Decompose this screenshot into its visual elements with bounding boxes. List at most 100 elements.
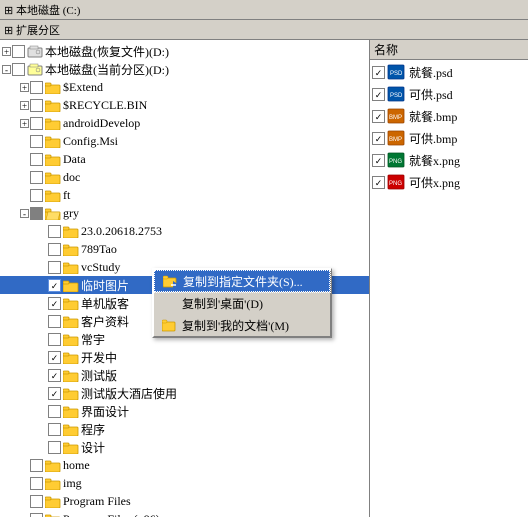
- checkbox[interactable]: [30, 117, 43, 130]
- svg-text:PNG: PNG: [389, 181, 402, 187]
- checkbox-checked[interactable]: ✓: [372, 110, 385, 123]
- drive-icon: [27, 44, 43, 58]
- tree-item[interactable]: + androidDevelop: [0, 114, 369, 132]
- right-panel-item[interactable]: ✓ PSD 可供.psd: [372, 84, 526, 104]
- tree-item[interactable]: Program Files: [0, 492, 369, 510]
- svg-text:PNG: PNG: [389, 159, 402, 165]
- right-panel-item[interactable]: ✓ BMP 就餐.bmp: [372, 106, 526, 126]
- right-panel-header-label: 名称: [374, 41, 398, 58]
- checkbox[interactable]: [48, 405, 61, 418]
- tree-item-label: 本地磁盘(恢复文件)(D:): [45, 43, 169, 60]
- expander-icon[interactable]: +: [20, 101, 29, 110]
- folder-icon: [45, 477, 61, 490]
- tree-item-label: vcStudy: [81, 260, 120, 275]
- checkbox-checked[interactable]: ✓: [48, 369, 61, 382]
- drive-active-icon: [27, 62, 43, 76]
- tree-item[interactable]: ✓ 测试版大酒店使用: [0, 384, 369, 402]
- folder-icon: [63, 225, 79, 238]
- checkbox-checked[interactable]: ✓: [48, 279, 61, 292]
- checkbox[interactable]: [30, 495, 43, 508]
- tree-item[interactable]: Program Files (x86): [0, 510, 369, 517]
- context-menu-item-copy-to-folder[interactable]: 复制到指定文件夹(S)...: [154, 270, 330, 292]
- tree-item[interactable]: Data: [0, 150, 369, 168]
- tree-item[interactable]: ft: [0, 186, 369, 204]
- tree-item[interactable]: ✓ 开发中: [0, 348, 369, 366]
- tree-item[interactable]: - 本地磁盘(当前分区)(D:): [0, 60, 369, 78]
- checkbox-checked[interactable]: ✓: [372, 88, 385, 101]
- context-menu-item-copy-to-mydocs[interactable]: 复制到'我的文档'(M): [154, 314, 330, 336]
- checkbox[interactable]: [48, 315, 61, 328]
- right-item-label: 就餐x.png: [409, 152, 460, 169]
- expander-space: [38, 371, 47, 380]
- checkbox[interactable]: [12, 63, 25, 76]
- tree-item[interactable]: 23.0.20618.2753: [0, 222, 369, 240]
- expander-space: [38, 389, 47, 398]
- checkbox[interactable]: [30, 459, 43, 472]
- expander-space: [20, 137, 29, 146]
- tree-item[interactable]: - gry: [0, 204, 369, 222]
- tree-item[interactable]: doc: [0, 168, 369, 186]
- folder-icon: [45, 459, 61, 472]
- expander-space: [38, 299, 47, 308]
- checkbox-checked[interactable]: ✓: [372, 154, 385, 167]
- tree-item[interactable]: ✓ 测试版: [0, 366, 369, 384]
- checkbox-checked[interactable]: ✓: [372, 66, 385, 79]
- checkbox[interactable]: [30, 171, 43, 184]
- checkbox[interactable]: [12, 45, 25, 58]
- checkbox-checked[interactable]: ✓: [48, 351, 61, 364]
- tree-item[interactable]: + $RECYCLE.BIN: [0, 96, 369, 114]
- checkbox[interactable]: [48, 243, 61, 256]
- checkbox[interactable]: [30, 189, 43, 202]
- checkbox-partial[interactable]: [30, 207, 43, 220]
- toolbar-label: ⊞ 扩展分区: [4, 22, 60, 38]
- checkbox[interactable]: [30, 135, 43, 148]
- expander-icon[interactable]: +: [20, 119, 29, 128]
- tree-item[interactable]: 程序: [0, 420, 369, 438]
- checkbox-checked[interactable]: ✓: [372, 132, 385, 145]
- expander-space: [20, 155, 29, 164]
- checkbox[interactable]: [30, 513, 43, 517]
- tree-item[interactable]: + 本地磁盘(恢复文件)(D:): [0, 42, 369, 60]
- svg-text:BMP: BMP: [389, 115, 402, 121]
- folder-icon: [63, 441, 79, 454]
- right-panel-header: 名称: [370, 40, 528, 60]
- checkbox[interactable]: [30, 81, 43, 94]
- checkbox[interactable]: [48, 225, 61, 238]
- tree-item[interactable]: Config.Msi: [0, 132, 369, 150]
- checkbox-checked[interactable]: ✓: [372, 176, 385, 189]
- expander-space: [38, 317, 47, 326]
- checkbox[interactable]: [48, 423, 61, 436]
- expander-space: [20, 497, 29, 506]
- tree-item[interactable]: 界面设计: [0, 402, 369, 420]
- tree-item[interactable]: + $Extend: [0, 78, 369, 96]
- checkbox[interactable]: [30, 99, 43, 112]
- tree-item-label: 客户资料: [81, 313, 129, 330]
- bmp-icon: BMP: [387, 130, 407, 146]
- folder-icon: [45, 171, 61, 184]
- expander-icon[interactable]: -: [2, 65, 11, 74]
- checkbox-checked[interactable]: ✓: [48, 387, 61, 400]
- checkbox-checked[interactable]: ✓: [48, 297, 61, 310]
- right-panel-item[interactable]: ✓ PSD 就餐.psd: [372, 62, 526, 82]
- checkbox[interactable]: [48, 441, 61, 454]
- checkbox[interactable]: [48, 333, 61, 346]
- checkbox[interactable]: [30, 477, 43, 490]
- expander-icon[interactable]: +: [20, 83, 29, 92]
- tree-item[interactable]: home: [0, 456, 369, 474]
- tree-item[interactable]: 设计: [0, 438, 369, 456]
- right-panel-item[interactable]: ✓ PNG 就餐x.png: [372, 150, 526, 170]
- expander-icon[interactable]: -: [20, 209, 29, 218]
- tree-item[interactable]: img: [0, 474, 369, 492]
- right-panel-item[interactable]: ✓ PNG 可供x.png: [372, 172, 526, 192]
- left-panel: + 本地磁盘(恢复文件)(D:) - 本地磁盘(当前分区)(D:) +: [0, 40, 370, 517]
- expander-icon[interactable]: +: [2, 47, 11, 56]
- tree-item[interactable]: 789Tao: [0, 240, 369, 258]
- checkbox[interactable]: [48, 261, 61, 274]
- expander-space: [38, 227, 47, 236]
- desktop-icon: [162, 295, 178, 311]
- context-menu-item-copy-to-desktop[interactable]: 复制到'桌面'(D): [154, 292, 330, 314]
- checkbox[interactable]: [30, 153, 43, 166]
- right-panel-item[interactable]: ✓ BMP 可供.bmp: [372, 128, 526, 148]
- tree-item-label: Data: [63, 152, 86, 167]
- context-menu-item-label: 复制到指定文件夹(S)...: [183, 273, 303, 290]
